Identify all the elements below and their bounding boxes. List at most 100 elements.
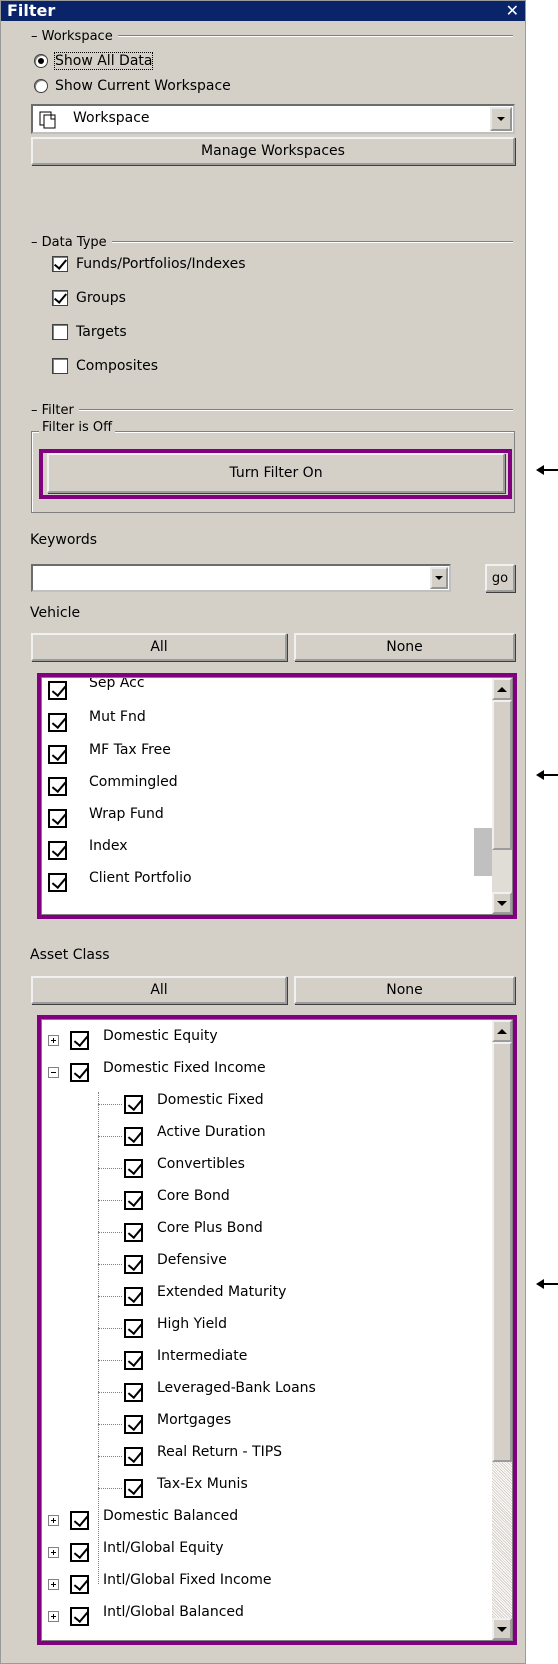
radio-show-all-data[interactable]: Show All Data bbox=[34, 50, 154, 72]
checkbox-box[interactable] bbox=[70, 1606, 89, 1626]
list-item-client-portfolio[interactable]: Client Portfolio bbox=[48, 870, 192, 894]
tree-node-intl-global-fixed-income[interactable]: Intl/Global Fixed Income bbox=[48, 1572, 271, 1596]
asset-class-scrollbar[interactable] bbox=[492, 1020, 512, 1640]
list-item-commingled[interactable]: Commingled bbox=[48, 774, 178, 798]
checkbox-box[interactable] bbox=[48, 744, 67, 764]
tree-node-intl-global-balanced[interactable]: Intl/Global Balanced bbox=[48, 1604, 244, 1628]
tree-node-tax-ex-munis[interactable]: Tax-Ex Munis bbox=[124, 1476, 248, 1500]
tree-node-intl-global-equity[interactable]: Intl/Global Equity bbox=[48, 1540, 223, 1564]
list-item-wrap-fund[interactable]: Wrap Fund bbox=[48, 806, 164, 830]
tree-node-intermediate[interactable]: Intermediate bbox=[124, 1348, 247, 1372]
tree-node-defensive[interactable]: Defensive bbox=[124, 1252, 227, 1276]
go-button[interactable]: go bbox=[485, 564, 515, 592]
tree-node-active-duration[interactable]: Active Duration bbox=[124, 1124, 266, 1148]
checkbox-box[interactable] bbox=[124, 1222, 143, 1242]
go-label: go bbox=[491, 570, 509, 586]
tree-node-high-yield[interactable]: High Yield bbox=[124, 1316, 227, 1340]
list-item-label: MF Tax Free bbox=[89, 742, 171, 758]
tree-node-leveraged-bank-loans[interactable]: Leveraged-Bank Loans bbox=[124, 1380, 316, 1404]
scroll-down-icon[interactable] bbox=[492, 1618, 512, 1640]
checkbox-box[interactable] bbox=[52, 256, 68, 272]
checkbox-box[interactable] bbox=[48, 712, 67, 732]
checkbox-box[interactable] bbox=[124, 1190, 143, 1210]
scroll-up-icon[interactable] bbox=[492, 678, 512, 700]
expand-plus-icon[interactable] bbox=[48, 1034, 59, 1046]
checkbox-groups[interactable]: Groups bbox=[52, 287, 126, 309]
checkbox-box[interactable] bbox=[124, 1286, 143, 1306]
scroll-thumb[interactable] bbox=[492, 1042, 512, 1462]
checkbox-box[interactable] bbox=[48, 808, 67, 828]
manage-workspaces-button[interactable]: Manage Workspaces bbox=[31, 137, 515, 165]
checkbox-box[interactable] bbox=[52, 290, 68, 306]
checkbox-box[interactable] bbox=[48, 840, 67, 860]
tree-node-mortgages[interactable]: Mortgages bbox=[124, 1412, 231, 1436]
expand-plus-icon[interactable] bbox=[48, 1610, 59, 1622]
chevron-down-icon[interactable] bbox=[490, 107, 512, 131]
checkbox-box[interactable] bbox=[124, 1318, 143, 1338]
checkbox-box[interactable] bbox=[70, 1574, 89, 1594]
expand-plus-icon[interactable] bbox=[48, 1546, 59, 1558]
vehicle-none-button[interactable]: None bbox=[294, 633, 515, 661]
checkbox-label: Funds/Portfolios/Indexes bbox=[76, 256, 246, 272]
checkbox-box[interactable] bbox=[70, 1062, 89, 1082]
checkbox-box[interactable] bbox=[48, 776, 67, 796]
workspace-select[interactable]: Workspace bbox=[31, 104, 515, 134]
checkbox-box[interactable] bbox=[124, 1126, 143, 1146]
tree-node-label: Intl/Global Balanced bbox=[103, 1604, 244, 1620]
collapse-minus-icon[interactable] bbox=[48, 1066, 59, 1078]
checkbox-box[interactable] bbox=[124, 1446, 143, 1466]
tree-node-core-bond[interactable]: Core Bond bbox=[124, 1188, 230, 1212]
tree-node-domestic-equity[interactable]: Domestic Equity bbox=[48, 1028, 218, 1052]
vehicle-all-button[interactable]: All bbox=[31, 633, 287, 661]
tree-node-extended-maturity[interactable]: Extended Maturity bbox=[124, 1284, 286, 1308]
tree-node-real-return-tips[interactable]: Real Return - TIPS bbox=[124, 1444, 282, 1468]
tree-node-domestic-fixed[interactable]: Domestic Fixed bbox=[124, 1092, 264, 1116]
checkbox-label: Groups bbox=[76, 290, 126, 306]
checkbox-box[interactable] bbox=[124, 1478, 143, 1498]
checkbox-box[interactable] bbox=[70, 1030, 89, 1050]
tree-node-domestic-balanced[interactable]: Domestic Balanced bbox=[48, 1508, 238, 1532]
checkbox-box[interactable] bbox=[48, 680, 67, 700]
list-item-mf-tax-free[interactable]: MF Tax Free bbox=[48, 742, 171, 766]
vehicle-list[interactable]: Sep Acc Mut Fnd MF Tax Free Commingled W… bbox=[41, 677, 513, 915]
tree-node-label: Core Bond bbox=[157, 1188, 230, 1204]
expand-plus-icon[interactable] bbox=[48, 1578, 59, 1590]
tree-node-label: Mortgages bbox=[157, 1412, 232, 1428]
radio-indicator[interactable] bbox=[34, 79, 48, 93]
expand-plus-icon[interactable] bbox=[48, 1514, 59, 1526]
radio-indicator[interactable] bbox=[34, 54, 48, 68]
checkbox-box[interactable] bbox=[48, 872, 67, 892]
checkbox-box[interactable] bbox=[124, 1158, 143, 1178]
close-icon[interactable]: ✕ bbox=[506, 1, 519, 21]
checkbox-box[interactable] bbox=[124, 1094, 143, 1114]
list-item-index[interactable]: Index bbox=[48, 838, 128, 862]
checkbox-box[interactable] bbox=[124, 1254, 143, 1274]
scroll-down-icon[interactable] bbox=[492, 892, 512, 914]
radio-show-current-workspace[interactable]: Show Current Workspace bbox=[34, 75, 231, 97]
tree-node-convertibles[interactable]: Convertibles bbox=[124, 1156, 245, 1180]
checkbox-box[interactable] bbox=[124, 1414, 143, 1434]
asset-class-all-button[interactable]: All bbox=[31, 976, 287, 1004]
tree-node-domestic-fixed-income[interactable]: Domestic Fixed Income bbox=[48, 1060, 266, 1084]
checkbox-box[interactable] bbox=[124, 1382, 143, 1402]
chevron-down-icon[interactable] bbox=[430, 567, 448, 589]
checkbox-funds-portfolios-indexes[interactable]: Funds/Portfolios/Indexes bbox=[52, 253, 246, 275]
tree-node-core-plus-bond[interactable]: Core Plus Bond bbox=[124, 1220, 263, 1244]
scroll-up-icon[interactable] bbox=[492, 1020, 512, 1042]
checkbox-composites[interactable]: Composites bbox=[52, 355, 158, 377]
scroll-thumb[interactable] bbox=[492, 700, 512, 850]
arrow-left-icon bbox=[536, 770, 558, 780]
checkbox-box[interactable] bbox=[52, 358, 68, 374]
checkbox-box[interactable] bbox=[70, 1542, 89, 1562]
list-item-mut-fnd[interactable]: Mut Fnd bbox=[48, 709, 146, 734]
asset-class-none-button[interactable]: None bbox=[294, 976, 515, 1004]
checkbox-box[interactable] bbox=[124, 1350, 143, 1370]
tree-line bbox=[98, 1456, 122, 1457]
checkbox-box[interactable] bbox=[52, 324, 68, 340]
checkbox-targets[interactable]: Targets bbox=[52, 321, 127, 343]
list-item-sep-acc[interactable]: Sep Acc bbox=[48, 678, 145, 702]
checkbox-box[interactable] bbox=[70, 1510, 89, 1530]
keywords-input[interactable] bbox=[31, 564, 451, 592]
vehicle-scrollbar[interactable] bbox=[492, 678, 512, 914]
asset-class-tree[interactable]: Domestic Equity Domestic Fixed Income Do… bbox=[41, 1019, 513, 1641]
